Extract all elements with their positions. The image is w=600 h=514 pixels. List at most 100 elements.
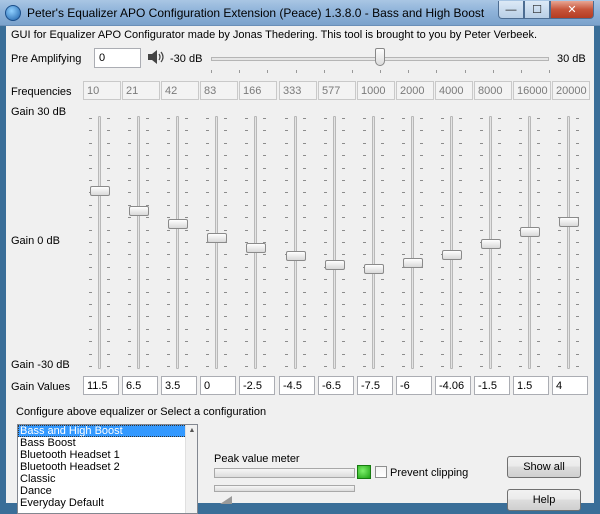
gain-value-input[interactable] xyxy=(239,376,275,395)
slider-tick xyxy=(263,130,266,132)
gain-value-input[interactable] xyxy=(161,376,197,395)
configuration-item[interactable]: Bluetooth Headset 1 xyxy=(18,449,197,461)
prevent-clipping-label[interactable]: Prevent clipping xyxy=(390,467,468,479)
gain-value-input[interactable] xyxy=(318,376,354,395)
gain-value-input[interactable] xyxy=(513,376,549,395)
slider-tick xyxy=(167,142,170,144)
band-slider-track[interactable] xyxy=(372,116,375,369)
configuration-item[interactable]: Everyday Default xyxy=(18,497,197,509)
slider-tick xyxy=(363,217,366,219)
band-slider-thumb[interactable] xyxy=(286,251,306,261)
slider-tick xyxy=(263,204,266,206)
band-slider-thumb[interactable] xyxy=(481,239,501,249)
slider-tick xyxy=(128,254,131,256)
band-slider-thumb[interactable] xyxy=(168,219,188,229)
band-slider-thumb[interactable] xyxy=(207,233,227,243)
configuration-item[interactable]: Bass Boost xyxy=(18,437,197,449)
slider-tick xyxy=(324,118,327,119)
configuration-label: Configure above equalizer or Select a co… xyxy=(16,406,267,418)
pre-amplifying-input[interactable] xyxy=(94,48,141,68)
show-all-button[interactable]: Show all xyxy=(507,456,581,478)
pre-amp-tick xyxy=(521,70,522,73)
band-slider-track[interactable] xyxy=(137,116,140,369)
configuration-item[interactable]: Bass and High Boost xyxy=(18,425,197,437)
gain-value-input[interactable] xyxy=(552,376,588,395)
slider-tick xyxy=(206,279,209,281)
slider-tick xyxy=(480,316,483,318)
slider-tick xyxy=(224,118,227,119)
gain-value-input[interactable] xyxy=(435,376,471,395)
band-slider-track[interactable] xyxy=(567,116,570,369)
band-slider-thumb[interactable] xyxy=(520,227,540,237)
slider-tick xyxy=(558,304,561,305)
pre-amp-slider-thumb[interactable] xyxy=(375,48,385,66)
band-slider-thumb[interactable] xyxy=(90,186,110,196)
slider-tick xyxy=(324,242,327,243)
slider-tick xyxy=(402,291,405,293)
slider-tick xyxy=(441,118,444,119)
slider-tick xyxy=(206,316,209,318)
band-slider-thumb[interactable] xyxy=(559,217,579,227)
band-slider-thumb[interactable] xyxy=(442,250,462,260)
band-slider-track[interactable] xyxy=(176,116,179,369)
slider-tick xyxy=(128,266,131,268)
help-button[interactable]: Help xyxy=(507,489,581,511)
band-slider-track[interactable] xyxy=(528,116,531,369)
title-bar[interactable]: Peter's Equalizer APO Configuration Exte… xyxy=(0,0,600,26)
speaker-icon[interactable] xyxy=(147,49,165,65)
prevent-clipping-checkbox[interactable] xyxy=(375,466,387,478)
slider-tick xyxy=(459,353,462,355)
gain-value-input[interactable] xyxy=(357,376,393,395)
gain-value-input[interactable] xyxy=(200,376,236,395)
configuration-item[interactable]: Classic xyxy=(18,473,197,485)
slider-tick xyxy=(441,130,444,132)
band-slider-thumb[interactable] xyxy=(403,258,423,268)
slider-tick xyxy=(206,142,209,144)
configuration-item[interactable]: Bluetooth Headset 2 xyxy=(18,461,197,473)
slider-tick xyxy=(381,353,384,355)
band-slider-thumb[interactable] xyxy=(325,260,345,270)
slider-tick xyxy=(441,266,444,268)
band-slider-track[interactable] xyxy=(294,116,297,369)
slider-tick xyxy=(303,217,306,219)
slider-tick xyxy=(224,204,227,206)
scroll-up-icon[interactable]: ▲ xyxy=(187,426,197,436)
gain-value-input[interactable] xyxy=(279,376,315,395)
slider-tick xyxy=(342,366,345,367)
configuration-list[interactable]: Bass and High Boost Bass Boost Bluetooth H… xyxy=(17,424,198,514)
configuration-item[interactable]: Dance xyxy=(18,485,197,497)
band-slider-track[interactable] xyxy=(450,116,453,369)
slider-tick xyxy=(128,167,131,169)
slider-tick xyxy=(263,328,266,330)
slider-tick xyxy=(263,155,266,157)
list-scrollbar[interactable]: ▲ xyxy=(185,425,197,513)
gain-value-input[interactable] xyxy=(396,376,432,395)
slider-tick xyxy=(363,155,366,157)
band-slider-thumb[interactable] xyxy=(246,243,266,253)
slider-tick xyxy=(206,328,209,330)
gain-value-input[interactable] xyxy=(83,376,119,395)
band-slider-thumb[interactable] xyxy=(129,206,149,216)
slider-tick xyxy=(402,254,405,256)
slider-tick xyxy=(381,366,384,367)
slider-tick xyxy=(89,130,92,132)
gain-value-input[interactable] xyxy=(474,376,510,395)
close-button[interactable]: ✕ xyxy=(550,1,594,19)
band-slider-track[interactable] xyxy=(98,116,101,369)
slider-tick xyxy=(185,266,188,268)
slider-tick xyxy=(245,192,248,194)
slider-tick xyxy=(206,366,209,367)
slider-tick xyxy=(185,328,188,330)
band-slider-track[interactable] xyxy=(411,116,414,369)
band-slider-thumb[interactable] xyxy=(364,264,384,274)
band-slider-track[interactable] xyxy=(333,116,336,369)
maximize-button[interactable]: ☐ xyxy=(524,1,550,19)
slider-tick xyxy=(519,118,522,119)
minimize-button[interactable]: — xyxy=(498,1,524,19)
slider-tick xyxy=(441,217,444,219)
slider-tick xyxy=(167,130,170,132)
slider-tick xyxy=(167,118,170,119)
gain-value-input[interactable] xyxy=(122,376,158,395)
slider-tick xyxy=(402,304,405,305)
peace-app-icon[interactable] xyxy=(5,5,21,21)
